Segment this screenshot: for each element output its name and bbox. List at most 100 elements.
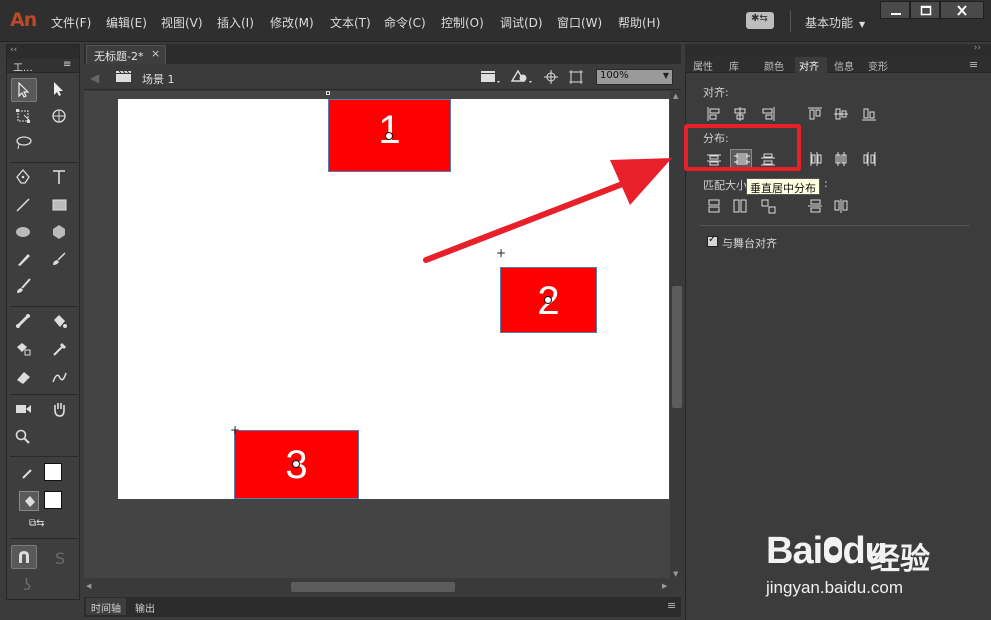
polystar-tool[interactable] — [47, 221, 73, 245]
width-tool[interactable] — [47, 366, 73, 390]
hand-tool[interactable] — [47, 398, 73, 422]
align-to-stage-checkbox[interactable]: ✓ — [707, 234, 718, 247]
oval-tool[interactable] — [11, 221, 37, 245]
stroke-color-swatch[interactable] — [44, 463, 62, 481]
align-bottom-button[interactable] — [860, 105, 878, 123]
menu-help[interactable]: 帮助(H) — [618, 14, 660, 31]
paint-brush-tool[interactable] — [11, 275, 37, 299]
collapse-icon: ‹‹ — [10, 45, 18, 55]
distribute-right-icon — [863, 152, 876, 166]
eyedropper-tool[interactable] — [47, 338, 73, 362]
tab-transform[interactable]: 变形 — [864, 57, 894, 73]
space-evenly-horizontal-button[interactable] — [832, 197, 850, 215]
pencil-tool[interactable] — [11, 248, 37, 272]
edit-symbols-icon[interactable] — [510, 69, 534, 88]
panel-menu-icon[interactable]: ≡ — [667, 599, 676, 612]
text-tool[interactable] — [47, 166, 73, 190]
pen-tool[interactable] — [11, 166, 37, 190]
tools-divider — [10, 162, 78, 163]
sync-settings-button[interactable]: ✱⇆ — [746, 12, 774, 29]
align-top-button[interactable] — [806, 105, 824, 123]
maximize-button[interactable] — [910, 1, 940, 19]
distribute-right-button[interactable] — [860, 150, 878, 168]
snap-to-objects-toggle[interactable] — [11, 545, 37, 569]
close-window-button[interactable] — [940, 1, 984, 19]
match-width-button[interactable] — [705, 197, 723, 215]
match-width-icon — [708, 199, 720, 213]
text-t-icon — [53, 170, 65, 184]
right-panel-collapse-bar[interactable]: ›› — [685, 43, 991, 56]
line-tool[interactable] — [11, 194, 37, 218]
eraser-icon — [17, 372, 30, 384]
menu-commands[interactable]: 命令(C) — [384, 14, 426, 31]
scroll-left-icon[interactable]: ◀ — [86, 582, 91, 590]
ink-bottle-tool[interactable] — [11, 338, 37, 362]
scroll-down-icon[interactable]: ▼ — [673, 570, 678, 578]
free-transform-tool[interactable] — [11, 105, 37, 129]
distribute-left-button[interactable] — [806, 150, 824, 168]
bone-tool[interactable] — [11, 310, 37, 334]
center-stage-icon[interactable] — [543, 69, 559, 88]
align-section-label: 对齐: — [703, 86, 729, 99]
workspace-switcher[interactable]: 基本功能 ▼ — [805, 14, 865, 31]
align-vertical-center-button[interactable] — [832, 105, 850, 123]
match-height-button[interactable] — [731, 197, 749, 215]
swap-colors-icon[interactable]: ⧉⇆ — [29, 518, 45, 529]
menu-window[interactable]: 窗口(W) — [557, 14, 602, 31]
edit-scene-icon[interactable] — [480, 69, 502, 88]
tools-panel-tab[interactable]: 工... ≡ — [7, 59, 79, 74]
align-right-button[interactable] — [759, 105, 777, 123]
camera-tool[interactable] — [11, 398, 37, 422]
tab-info[interactable]: 信息 — [830, 57, 860, 73]
menu-file[interactable]: 文件(F) — [51, 14, 91, 31]
menu-insert[interactable]: 插入(I) — [217, 14, 254, 31]
panel-menu-icon[interactable]: ≡ — [63, 59, 71, 70]
lasso-tool[interactable] — [11, 132, 37, 156]
horizontal-scroll-thumb[interactable] — [291, 582, 455, 592]
vertical-scroll-thumb[interactable] — [672, 286, 682, 408]
align-horizontal-center-button[interactable] — [731, 105, 749, 123]
pencil-icon — [18, 254, 30, 266]
menu-modify[interactable]: 修改(M) — [270, 14, 314, 31]
close-icon — [957, 5, 967, 16]
tab-color[interactable]: 颜色 — [759, 57, 789, 73]
align-right-icon — [762, 107, 775, 121]
tools-panel-collapse-bar[interactable]: ‹‹ — [7, 45, 79, 59]
tab-align[interactable]: 对齐 — [795, 57, 827, 73]
tab-library[interactable]: 库 — [724, 57, 746, 73]
tab-timeline[interactable]: 时间轴 — [86, 598, 126, 615]
zoom-select[interactable]: 100% ▼ — [596, 69, 673, 85]
3d-rotation-tool[interactable] — [47, 105, 73, 129]
document-tab[interactable]: 无标题-2* × — [86, 45, 166, 64]
space-evenly-vertical-button[interactable] — [806, 197, 824, 215]
panel-menu-icon[interactable]: ≡ — [969, 58, 978, 71]
menu-edit[interactable]: 编辑(E) — [106, 14, 147, 31]
tab-properties[interactable]: 属性 — [690, 57, 720, 73]
minimize-button[interactable] — [880, 1, 910, 19]
menu-view[interactable]: 视图(V) — [161, 14, 203, 31]
match-width-height-button[interactable] — [759, 197, 777, 215]
registration-point — [385, 132, 393, 140]
menu-text[interactable]: 文本(T) — [330, 14, 371, 31]
back-arrow-icon[interactable]: ◀ — [90, 71, 99, 85]
rectangle-tool[interactable] — [47, 194, 73, 218]
align-left-button[interactable] — [705, 105, 723, 123]
close-tab-icon[interactable]: × — [151, 47, 160, 60]
ink-bottle-icon — [17, 343, 31, 356]
menu-debug[interactable]: 调试(D) — [500, 14, 543, 31]
scroll-up-icon[interactable]: ▲ — [673, 92, 678, 100]
selection-tool[interactable] — [11, 78, 37, 102]
fill-color-swatch[interactable] — [44, 491, 62, 509]
clip-content-icon[interactable] — [568, 69, 584, 88]
subselection-tool[interactable] — [47, 78, 73, 102]
brush-tool[interactable] — [47, 248, 73, 272]
distribute-horizontal-center-button[interactable] — [832, 150, 850, 168]
tab-output[interactable]: 输出 — [132, 598, 164, 615]
eraser-tool[interactable] — [11, 366, 37, 390]
paint-bucket-tool[interactable] — [47, 310, 73, 334]
transform-handle[interactable] — [326, 91, 330, 95]
scroll-right-icon[interactable]: ▶ — [662, 582, 667, 590]
zoom-tool[interactable] — [11, 426, 37, 450]
menu-control[interactable]: 控制(O) — [441, 14, 484, 31]
tools-divider — [10, 306, 78, 307]
